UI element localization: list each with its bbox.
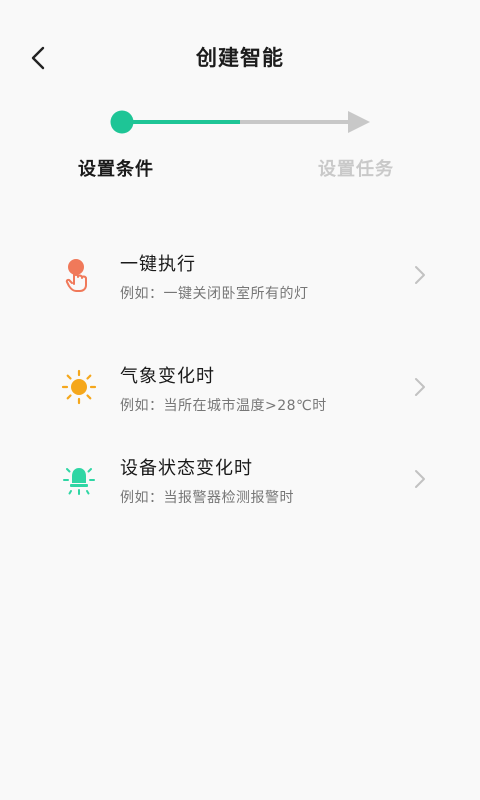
chevron-right-icon (415, 470, 425, 488)
step-label-set-task: 设置任务 (318, 159, 394, 180)
condition-item-device-status[interactable]: 设备状态变化时 例如：当报警器检测报警时 (0, 434, 480, 514)
tap-hand-icon (65, 259, 87, 292)
condition-description: 例如：当所在城市温度>28℃时 (120, 398, 327, 414)
step-1-dot (110, 110, 134, 134)
header: 创建智能 (0, 0, 480, 115)
condition-description: 例如：一键关闭卧室所有的灯 (120, 286, 309, 302)
alarm-bulb-icon (63, 468, 95, 495)
progress-arrow-head (348, 111, 370, 133)
condition-item-weather-change[interactable]: 气象变化时 例如：当所在城市温度>28℃时 (0, 342, 480, 422)
condition-item-one-click[interactable]: 一键执行 例如：一键关闭卧室所有的灯 (0, 230, 480, 310)
chevron-right-icon (415, 378, 425, 396)
condition-title: 一键执行 (120, 254, 196, 275)
progress-track (110, 110, 370, 134)
stepper: 设置条件 设置任务 (0, 100, 480, 200)
sun-icon (61, 369, 97, 405)
step-label-set-condition: 设置条件 (78, 159, 154, 180)
condition-title: 气象变化时 (120, 366, 215, 387)
condition-title: 设备状态变化时 (120, 458, 253, 479)
condition-description: 例如：当报警器检测报警时 (120, 490, 294, 506)
page-title: 创建智能 (196, 46, 284, 70)
chevron-right-icon (415, 266, 425, 284)
